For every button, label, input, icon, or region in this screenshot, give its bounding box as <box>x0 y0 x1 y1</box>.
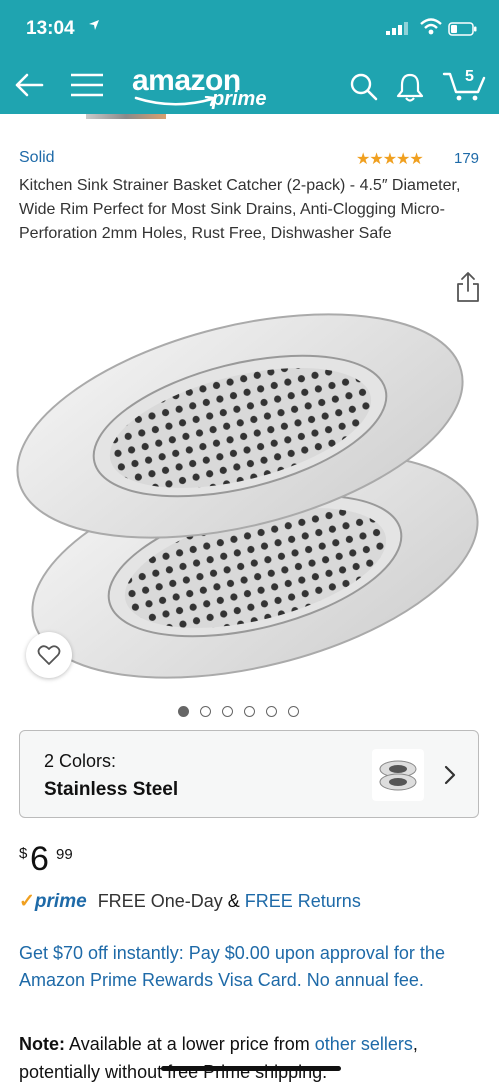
smile-arrow-icon <box>134 96 216 107</box>
note-label: Note: <box>19 1034 65 1054</box>
heart-icon <box>37 645 61 665</box>
price-currency: $ <box>19 845 28 862</box>
prime-badge: ✓prime <box>19 891 87 912</box>
bell-icon[interactable] <box>396 72 424 107</box>
amazon-prime-logo[interactable]: amazon prime <box>132 64 266 110</box>
price-whole: 6 <box>30 840 49 878</box>
variant-value: Stainless Steel <box>44 779 179 800</box>
wifi-icon <box>420 18 442 41</box>
battery-icon <box>448 22 478 41</box>
price-fraction: 99 <box>56 846 73 863</box>
other-sellers-link[interactable]: other sellers <box>315 1034 413 1054</box>
prime-label: prime <box>34 891 87 912</box>
previous-image-strip <box>86 114 166 119</box>
cart-icon[interactable] <box>442 70 486 107</box>
carousel-dot[interactable] <box>178 706 189 717</box>
brand-link[interactable]: Solid <box>19 149 55 167</box>
app-header: amazon prime 5 <box>0 56 499 114</box>
price-note: Note: Available at a lower price from ot… <box>19 1030 489 1086</box>
signal-icon <box>386 22 408 40</box>
ampersand: & <box>227 891 240 911</box>
check-icon: ✓ <box>19 891 35 912</box>
image-carousel-dots <box>178 704 310 718</box>
chevron-right-icon <box>444 765 456 790</box>
carousel-dot[interactable] <box>288 706 299 717</box>
variant-thumbnail <box>372 749 424 801</box>
carousel-dot[interactable] <box>222 706 233 717</box>
product-title: Kitchen Sink Strainer Basket Catcher (2-… <box>19 177 461 242</box>
status-bar: 13:04 <box>0 0 499 56</box>
logo-sub: prime <box>212 88 267 110</box>
back-arrow-icon[interactable] <box>14 72 44 103</box>
note-text-before: Available at a lower price from <box>65 1034 315 1054</box>
free-returns-link[interactable]: FREE Returns <box>245 891 361 911</box>
visa-promo-link[interactable]: Get $70 off instantly: Pay $0.00 upon ap… <box>19 940 484 994</box>
variant-label: 2 Colors: <box>44 751 117 771</box>
home-indicator[interactable] <box>161 1066 341 1071</box>
color-variant-selector[interactable]: 2 Colors: Stainless Steel <box>19 730 479 818</box>
wishlist-button[interactable] <box>26 632 72 678</box>
free-delivery-text: FREE One-Day <box>97 891 223 911</box>
delivery-info: ✓prime FREE One-Day & FREE Returns <box>19 890 361 913</box>
menu-icon[interactable] <box>70 73 104 102</box>
location-arrow-icon <box>88 18 100 35</box>
star-rating[interactable]: ★★★★★ <box>356 149 424 169</box>
carousel-dot[interactable] <box>244 706 255 717</box>
carousel-dot[interactable] <box>200 706 211 717</box>
rating-count[interactable]: 179 <box>454 150 479 167</box>
clock: 13:04 <box>26 18 75 39</box>
cart-count: 5 <box>465 68 474 85</box>
search-icon[interactable] <box>350 73 378 106</box>
carousel-dot[interactable] <box>266 706 277 717</box>
product-image[interactable] <box>10 276 490 696</box>
